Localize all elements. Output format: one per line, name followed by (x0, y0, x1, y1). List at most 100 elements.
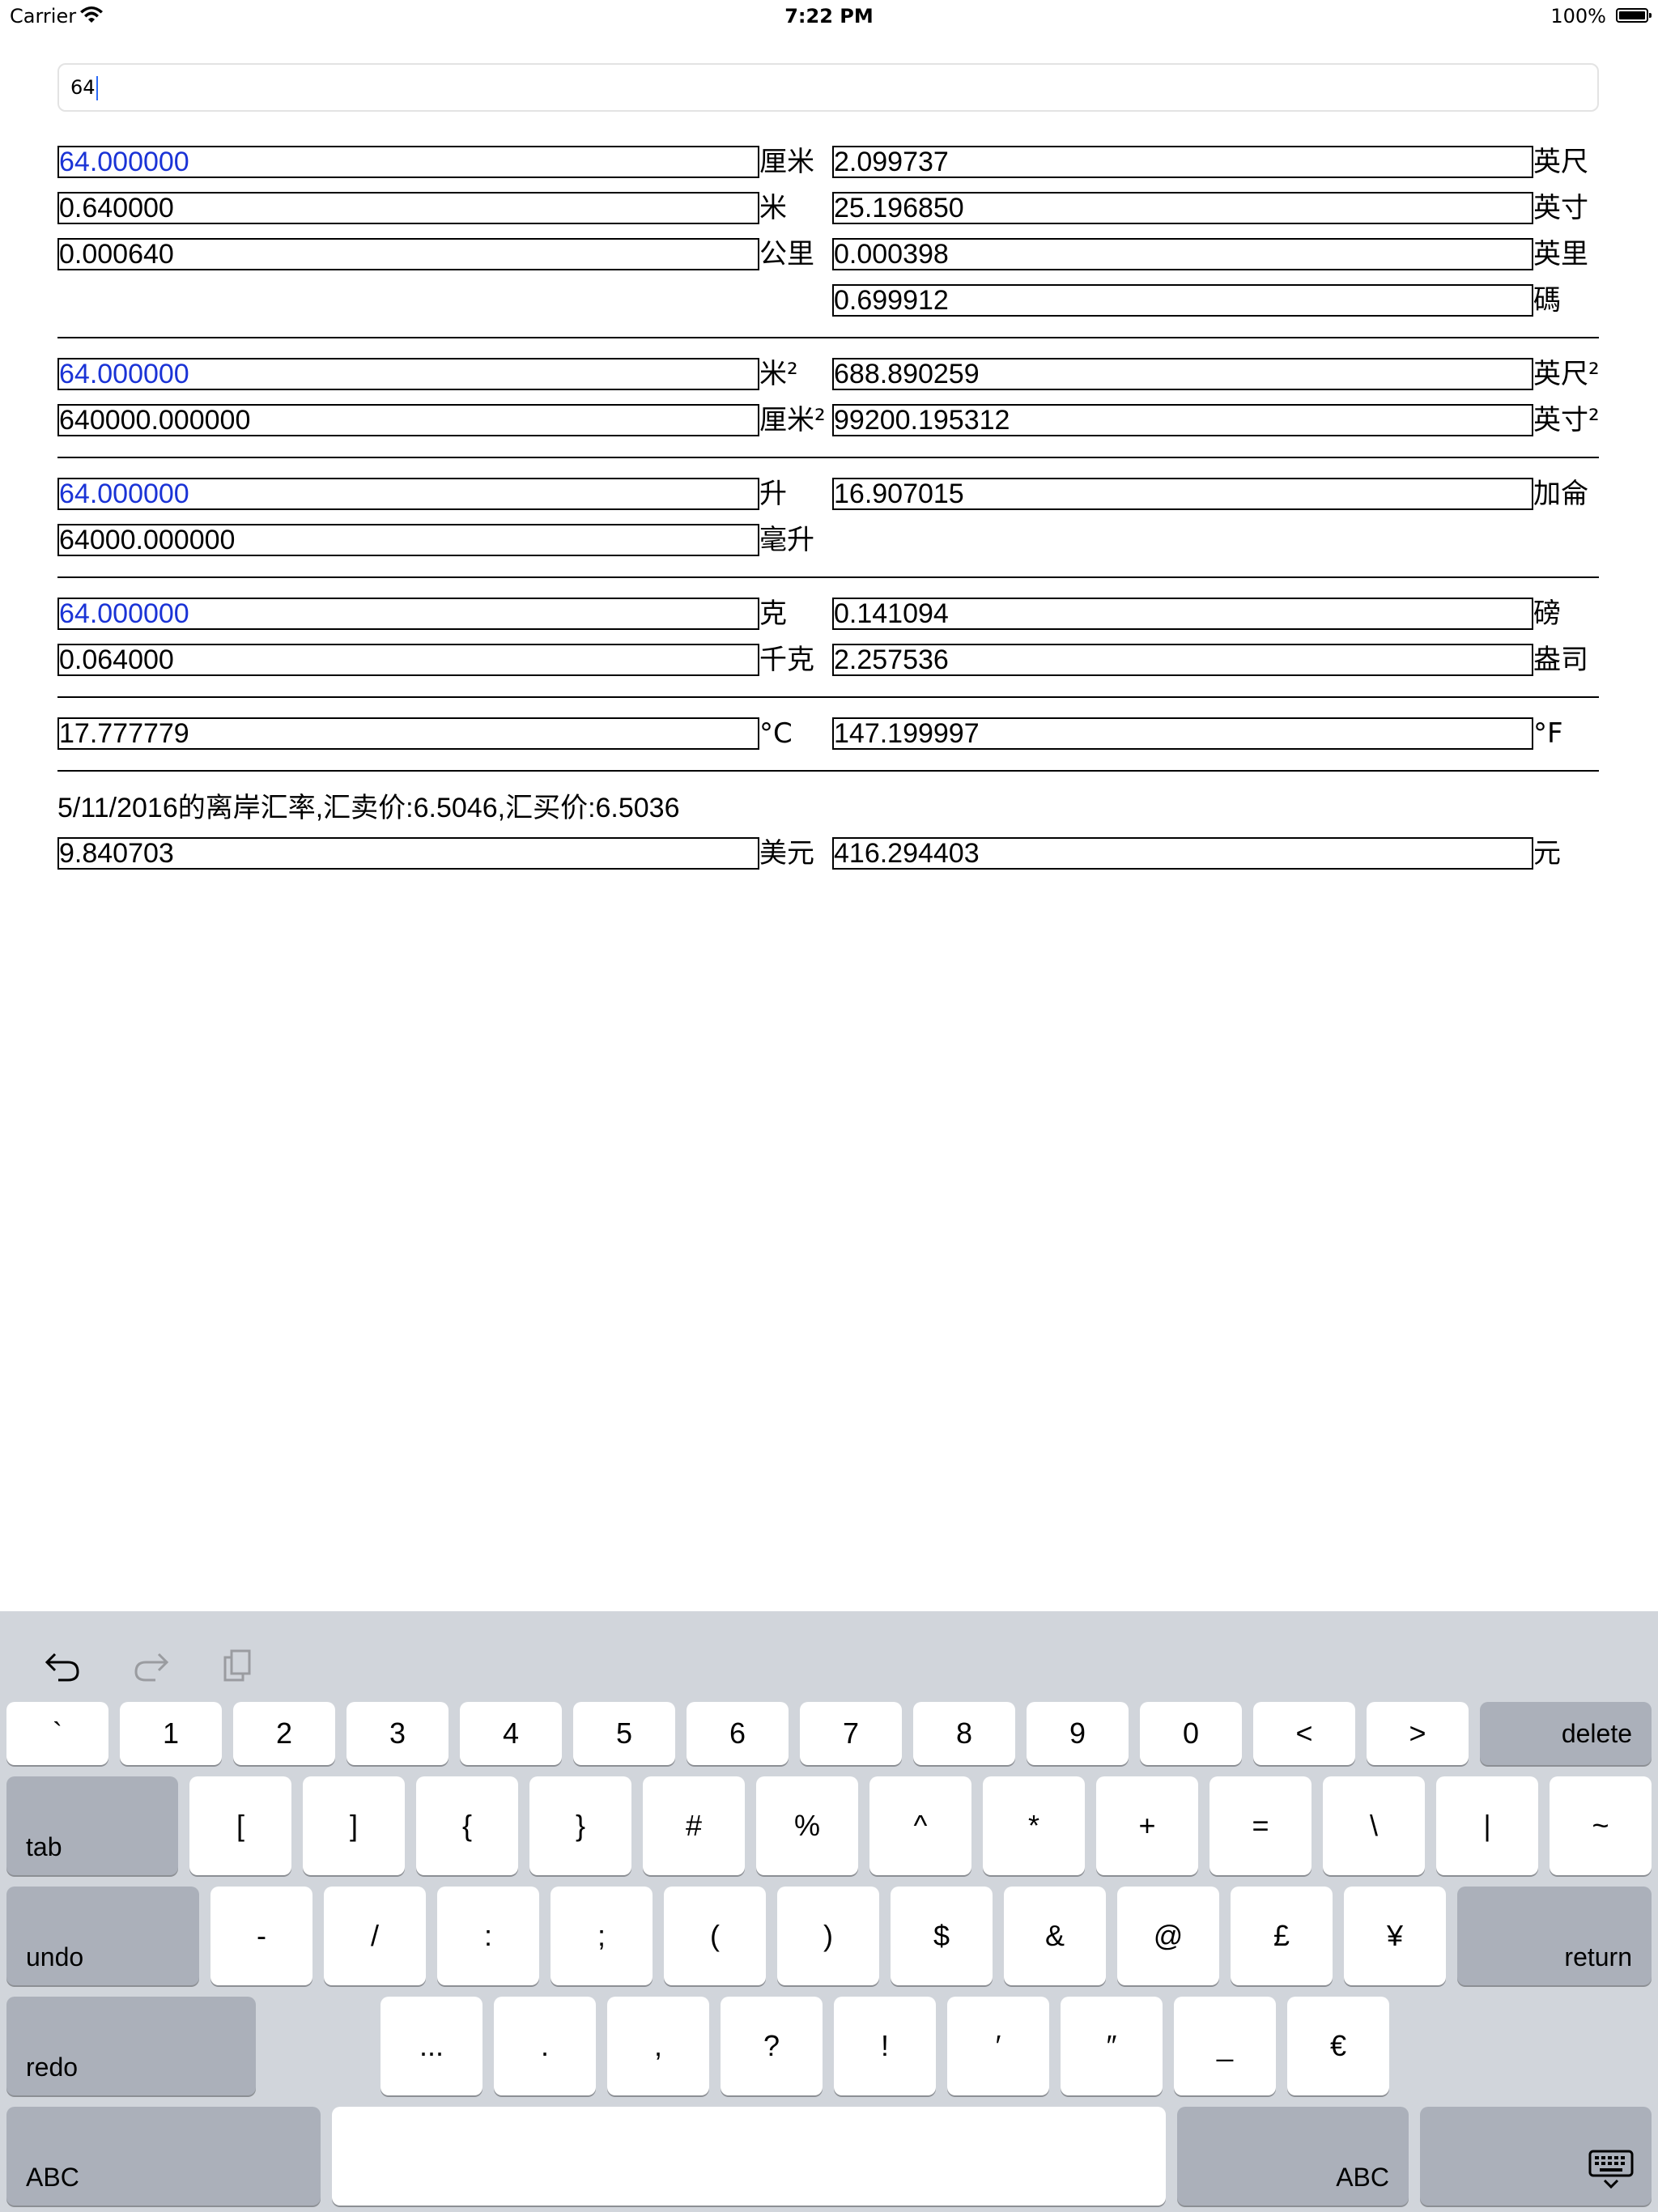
key-7[interactable]: 7 (800, 1702, 902, 1765)
key-greater-than[interactable]: > (1367, 1702, 1469, 1765)
kilometer-field[interactable]: 0.000640 (57, 238, 759, 270)
key-3[interactable]: 3 (346, 1702, 449, 1765)
key-pipe[interactable]: | (1436, 1776, 1538, 1875)
fahrenheit-field[interactable]: 147.199997 (832, 717, 1533, 750)
inch-unit-label: 英寸 (1533, 192, 1588, 224)
kilogram-unit-label: 千克 (759, 644, 814, 676)
foot-field[interactable]: 2.099737 (832, 146, 1533, 178)
mile-field[interactable]: 0.000398 (832, 238, 1533, 270)
abc-key-left[interactable]: ABC (6, 2107, 321, 2206)
battery-percentage: 100% (1550, 5, 1606, 28)
square-centimeter-field[interactable]: 640000.000000 (57, 404, 759, 436)
gram-unit-label: 克 (759, 598, 787, 630)
key-4[interactable]: 4 (460, 1702, 562, 1765)
key-tilde[interactable]: ~ (1550, 1776, 1652, 1875)
space-bar[interactable] (332, 2107, 1166, 2206)
meter-field[interactable]: 0.640000 (57, 192, 759, 224)
undo-key[interactable]: undo (6, 1887, 199, 1985)
cny-field[interactable]: 416.294403 (832, 837, 1533, 870)
ounce-unit-label: 盎司 (1533, 644, 1588, 676)
liter-field[interactable]: 64.000000 (57, 478, 759, 510)
yard-field[interactable]: 0.699912 (832, 284, 1533, 317)
undo-icon[interactable] (44, 1648, 83, 1683)
inch-field[interactable]: 25.196850 (832, 192, 1533, 224)
key-backslash[interactable]: \ (1323, 1776, 1425, 1875)
key-8[interactable]: 8 (913, 1702, 1015, 1765)
key-left-paren[interactable]: ( (664, 1887, 766, 1985)
cny-unit-label: 元 (1533, 837, 1561, 870)
milliliter-field[interactable]: 64000.000000 (57, 524, 759, 556)
battery-icon (1616, 8, 1652, 23)
clock: 7:22 PM (784, 5, 874, 28)
pound-field[interactable]: 0.141094 (832, 598, 1533, 630)
number-input[interactable]: 64 (57, 63, 1599, 112)
key-hyphen[interactable]: - (210, 1887, 312, 1985)
key-asterisk[interactable]: * (983, 1776, 1085, 1875)
key-right-bracket[interactable]: ] (303, 1776, 405, 1875)
key-pound[interactable]: £ (1231, 1887, 1333, 1985)
key-2[interactable]: 2 (233, 1702, 335, 1765)
key-period[interactable]: . (494, 1997, 596, 2095)
key-backtick[interactable]: ` (6, 1702, 108, 1765)
redo-icon[interactable] (131, 1648, 170, 1683)
key-caret[interactable]: ^ (869, 1776, 971, 1875)
celsius-field[interactable]: 17.777779 (57, 717, 759, 750)
key-underscore[interactable]: _ (1174, 1997, 1276, 2095)
key-ampersand[interactable]: & (1004, 1887, 1106, 1985)
ounce-field[interactable]: 2.257536 (832, 644, 1533, 676)
fahrenheit-unit-label: °F (1533, 717, 1563, 750)
section-divider (57, 770, 1599, 772)
gallon-field[interactable]: 16.907015 (832, 478, 1533, 510)
centimeter-unit-label: 厘米 (759, 146, 814, 178)
key-9[interactable]: 9 (1027, 1702, 1129, 1765)
celsius-unit-label: °C (759, 717, 793, 750)
key-equals[interactable]: = (1209, 1776, 1312, 1875)
square-meter-unit-label: 米² (759, 358, 798, 390)
square-foot-field[interactable]: 688.890259 (832, 358, 1533, 390)
key-slash[interactable]: / (324, 1887, 426, 1985)
key-prime[interactable]: ′ (947, 1997, 1049, 2095)
key-0[interactable]: 0 (1140, 1702, 1242, 1765)
key-right-brace[interactable]: } (529, 1776, 631, 1875)
key-right-paren[interactable]: ) (777, 1887, 879, 1985)
milliliter-unit-label: 毫升 (759, 524, 814, 556)
gram-field[interactable]: 64.000000 (57, 598, 759, 630)
kilogram-field[interactable]: 0.064000 (57, 644, 759, 676)
redo-key[interactable]: redo (6, 1997, 256, 2095)
return-key[interactable]: return (1457, 1887, 1652, 1985)
key-1[interactable]: 1 (120, 1702, 222, 1765)
usd-field[interactable]: 9.840703 (57, 837, 759, 870)
exchange-rate-text: 5/11/2016的离岸汇率,汇卖价:6.5046,汇买价:6.5036 (57, 793, 680, 823)
key-plus[interactable]: + (1096, 1776, 1198, 1875)
key-hash[interactable]: # (643, 1776, 745, 1875)
square-inch-unit-label: 英寸² (1533, 404, 1600, 436)
key-left-bracket[interactable]: [ (189, 1776, 291, 1875)
abc-key-right[interactable]: ABC (1177, 2107, 1409, 2206)
centimeter-field[interactable]: 64.000000 (57, 146, 759, 178)
pound-unit-label: 磅 (1533, 598, 1561, 630)
key-percent[interactable]: % (756, 1776, 858, 1875)
key-at[interactable]: @ (1117, 1887, 1219, 1985)
keyboard-dismiss-key[interactable] (1420, 2107, 1652, 2206)
paste-icon[interactable] (220, 1648, 259, 1683)
key-double-prime[interactable]: ″ (1061, 1997, 1163, 2095)
key-comma[interactable]: , (607, 1997, 709, 2095)
key-question[interactable]: ? (721, 1997, 823, 2095)
key-less-than[interactable]: < (1253, 1702, 1355, 1765)
key-yen[interactable]: ¥ (1344, 1887, 1446, 1985)
tab-key[interactable]: tab (6, 1776, 178, 1875)
key-colon[interactable]: : (437, 1887, 539, 1985)
delete-key[interactable]: delete (1480, 1702, 1652, 1765)
square-centimeter-unit-label: 厘米² (759, 404, 826, 436)
key-semicolon[interactable]: ; (551, 1887, 653, 1985)
key-dollar[interactable]: $ (891, 1887, 993, 1985)
square-inch-field[interactable]: 99200.195312 (832, 404, 1533, 436)
key-5[interactable]: 5 (573, 1702, 675, 1765)
square-meter-field[interactable]: 64.000000 (57, 358, 759, 390)
yard-unit-label: 碼 (1533, 284, 1561, 317)
key-ellipsis[interactable]: ... (380, 1997, 483, 2095)
key-left-brace[interactable]: { (416, 1776, 518, 1875)
key-euro[interactable]: € (1287, 1997, 1389, 2095)
key-exclamation[interactable]: ! (834, 1997, 936, 2095)
key-6[interactable]: 6 (687, 1702, 789, 1765)
